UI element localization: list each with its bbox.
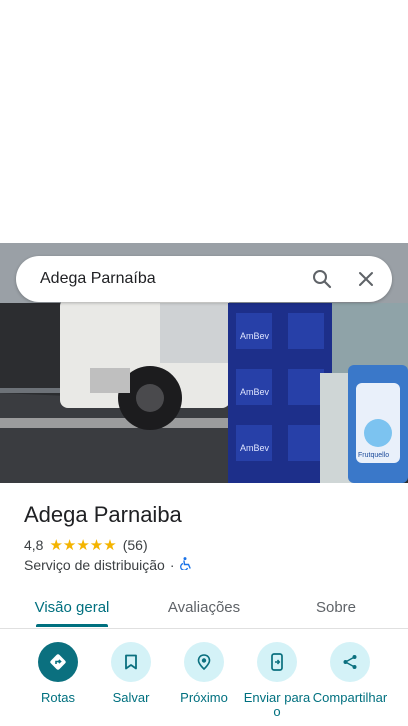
place-tabs: Visão geral Avaliações Sobre (0, 588, 408, 629)
directions-label: Rotas (41, 690, 75, 705)
send-to-phone-icon (257, 642, 297, 682)
directions-icon (38, 642, 78, 682)
share-button[interactable]: Compartilhar (312, 642, 388, 705)
nearby-label: Próximo (180, 690, 228, 705)
tab-reviews[interactable]: Avaliações (154, 588, 254, 626)
sign-brand-text: Frutquello (358, 452, 389, 459)
crate-brand-text: AmBev (240, 443, 270, 453)
save-label: Salvar (112, 690, 150, 705)
search-bar[interactable]: Adega Parnaíba (16, 256, 392, 302)
search-input[interactable]: Adega Parnaíba (16, 270, 304, 288)
place-title: Adega Parnaiba (24, 502, 182, 527)
tab-overview[interactable]: Visão geral (22, 588, 122, 626)
wheelchair-icon (179, 557, 192, 573)
place-category: Serviço de distribuição (24, 557, 165, 573)
action-bar: Rotas Salvar Próximo Enviar para o Compa… (0, 640, 408, 726)
bookmark-icon (111, 642, 151, 682)
nearby-icon (184, 642, 224, 682)
star-rating: ★★★★★ (49, 537, 117, 554)
rating-value: 4,8 (24, 537, 44, 553)
save-button[interactable]: Salvar (93, 642, 169, 705)
active-tab-indicator (36, 624, 108, 627)
search-icon[interactable] (304, 261, 340, 297)
close-icon[interactable] (348, 261, 384, 297)
tab-about[interactable]: Sobre (286, 588, 386, 626)
category-row: Serviço de distribuição · (24, 557, 192, 573)
send-to-phone-button[interactable]: Enviar para o (239, 642, 315, 719)
crate-brand-text: AmBev (240, 331, 270, 341)
crate-brand-text: AmBev (240, 387, 270, 397)
rating-row[interactable]: 4,8 ★★★★★ (56) (24, 536, 148, 554)
separator-dot: · (169, 557, 175, 573)
share-icon (330, 642, 370, 682)
review-count[interactable]: (56) (123, 537, 148, 553)
directions-button[interactable]: Rotas (20, 642, 96, 705)
share-label: Compartilhar (312, 690, 388, 705)
send-to-phone-label: Enviar para o (243, 690, 311, 719)
nearby-button[interactable]: Próximo (166, 642, 242, 705)
